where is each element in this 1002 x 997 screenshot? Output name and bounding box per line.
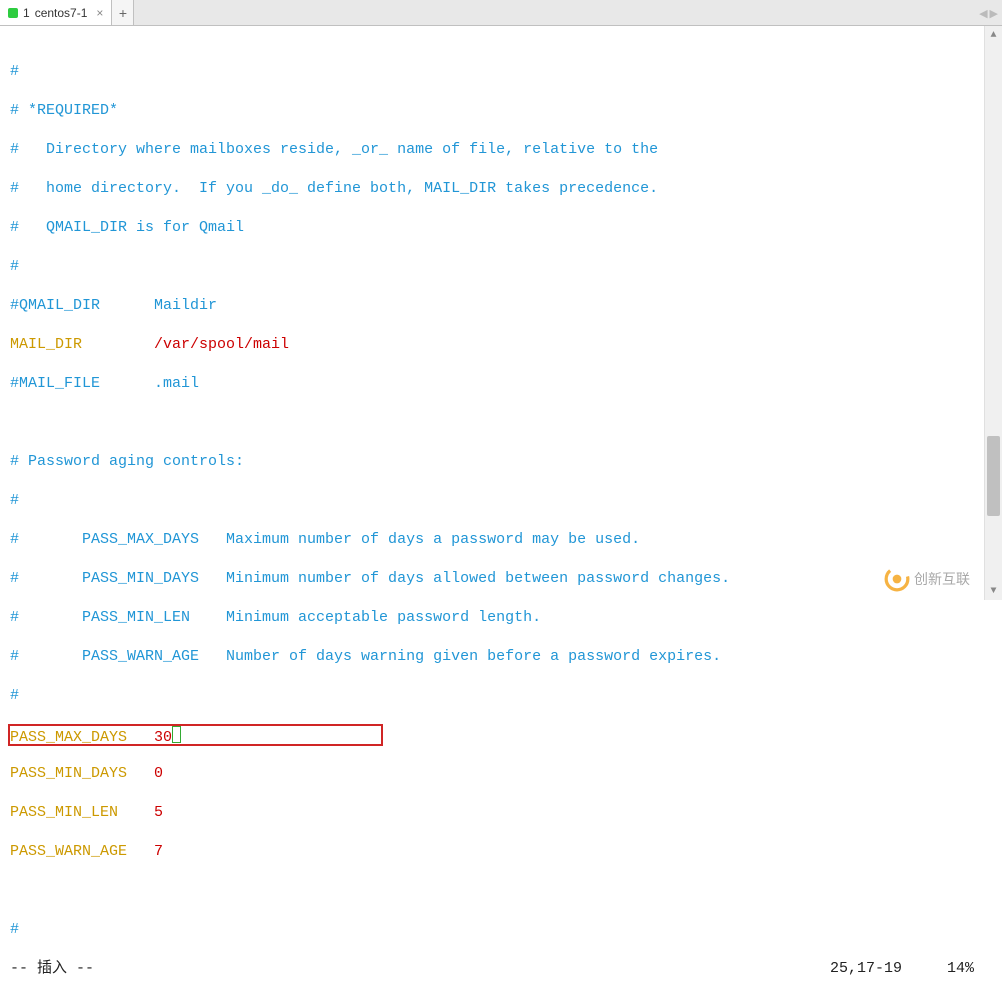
config-key: PASS_MIN_DAYS	[10, 765, 127, 782]
config-key: MAIL_DIR	[10, 336, 82, 353]
highlight-box: PASS_MAX_DAYS 30	[8, 724, 383, 746]
comment-line: # QMAIL_DIR is for Qmail	[10, 217, 974, 239]
comment-line: # Password aging controls:	[10, 451, 974, 473]
comment-line: # PASS_WARN_AGE Number of days warning g…	[10, 646, 974, 668]
comment-line: # *REQUIRED*	[10, 100, 974, 122]
comment-line: # PASS_MAX_DAYS Maximum number of days a…	[10, 529, 974, 551]
watermark-text: 创新互联	[914, 569, 970, 589]
config-value: 0	[154, 765, 163, 782]
config-key: PASS_MAX_DAYS	[10, 729, 127, 746]
vim-mode: -- 插入 --	[10, 958, 94, 980]
config-value: /var/spool/mail	[154, 336, 289, 353]
comment-line: #	[10, 61, 974, 83]
watermark: 创新互联	[884, 566, 970, 592]
config-line: PASS_MIN_DAYS 0	[10, 763, 974, 785]
comment-line: # PASS_MIN_LEN Minimum acceptable passwo…	[10, 607, 974, 629]
tab-label: centos7-1	[35, 6, 88, 20]
scroll-down-icon[interactable]: ▼	[985, 582, 1002, 600]
comment-line: #	[10, 685, 974, 707]
tab-nav: ◀ ▶	[979, 0, 998, 26]
status-dot-icon	[8, 8, 18, 18]
logo-icon	[884, 566, 910, 592]
cursor-icon	[172, 726, 181, 743]
config-line-highlighted: PASS_MAX_DAYS 30	[10, 724, 974, 746]
scrollbar[interactable]: ▲ ▼	[984, 26, 1002, 600]
next-tab-icon[interactable]: ▶	[990, 7, 998, 20]
config-line: PASS_WARN_AGE 7	[10, 841, 974, 863]
config-value: 30	[154, 729, 172, 746]
comment-line: #	[10, 256, 974, 278]
close-icon[interactable]: ×	[96, 6, 103, 20]
tab-bar: 1 centos7-1 × + ◀ ▶	[0, 0, 1002, 26]
comment-line: #	[10, 490, 974, 512]
blank-line	[10, 880, 974, 902]
config-key: PASS_MIN_LEN	[10, 804, 118, 821]
comment-line: # PASS_MIN_DAYS Minimum number of days a…	[10, 568, 974, 590]
terminal-tab[interactable]: 1 centos7-1 ×	[0, 0, 112, 25]
comment-line: #QMAIL_DIR Maildir	[10, 295, 974, 317]
config-line: PASS_MIN_LEN 5	[10, 802, 974, 824]
scroll-up-icon[interactable]: ▲	[985, 26, 1002, 44]
config-line: MAIL_DIR /var/spool/mail	[10, 334, 974, 356]
scroll-thumb[interactable]	[987, 436, 1000, 516]
config-value: 5	[154, 804, 163, 821]
config-value: 7	[154, 843, 163, 860]
comment-line: #MAIL_FILE .mail	[10, 373, 974, 395]
add-tab-button[interactable]: +	[112, 0, 134, 25]
editor[interactable]: # # *REQUIRED* # Directory where mailbox…	[0, 26, 984, 600]
config-key: PASS_WARN_AGE	[10, 843, 127, 860]
prev-tab-icon[interactable]: ◀	[979, 7, 987, 20]
vim-status-line: -- 插入 -- 25,17-19 14%	[10, 958, 974, 980]
blank-line	[10, 412, 974, 434]
comment-line: # home directory. If you _do_ define bot…	[10, 178, 974, 200]
comment-line: # Directory where mailboxes reside, _or_…	[10, 139, 974, 161]
tab-index: 1	[23, 6, 30, 20]
vim-position: 25,17-19 14%	[830, 958, 974, 980]
comment-line: #	[10, 919, 974, 941]
